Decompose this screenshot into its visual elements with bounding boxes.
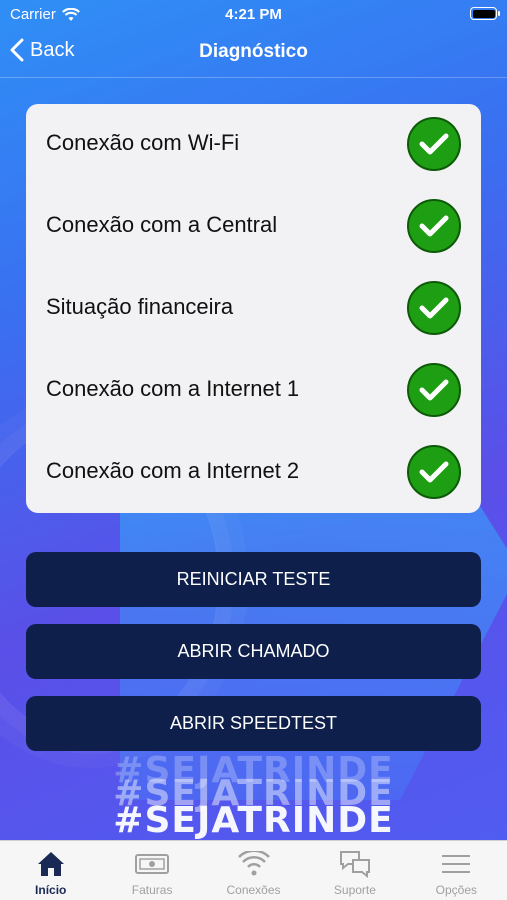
diagnostic-label: Conexão com a Central	[46, 212, 278, 237]
tab-label: Faturas	[131, 883, 173, 897]
diagnostic-card: Conexão com Wi-Fi Conexão com a Central …	[26, 104, 481, 513]
diagnostic-label: Conexão com a Internet 1	[46, 376, 300, 401]
status-bar: Carrier 4:21 PM	[0, 0, 507, 28]
open-ticket-button[interactable]: ABRIR CHAMADO	[26, 624, 481, 679]
tab-conexoes[interactable]: Conexões	[203, 841, 304, 900]
tab-opcoes[interactable]: Opções	[406, 841, 507, 900]
tab-faturas[interactable]: Faturas	[101, 841, 202, 900]
check-success-icon	[407, 363, 461, 417]
watermark: #SEJATRINDE	[113, 800, 394, 841]
status-time: 4:21 PM	[225, 6, 282, 23]
wifi-icon	[236, 849, 272, 879]
page-title: Diagnóstico	[199, 41, 308, 62]
diagnostic-row-internet-2: Conexão com a Internet 2	[26, 432, 481, 514]
diagnostic-label: Conexão com Wi-Fi	[46, 130, 240, 155]
check-success-icon	[407, 281, 461, 335]
navigation-bar: Back Diagnóstico	[0, 28, 507, 78]
menu-icon	[438, 849, 474, 879]
check-success-icon	[407, 445, 461, 499]
tab-label: Conexões	[226, 883, 281, 897]
home-icon	[33, 849, 69, 879]
restart-test-button[interactable]: REINICIAR TESTE	[26, 552, 481, 607]
open-speedtest-button[interactable]: ABRIR SPEEDTEST	[26, 696, 481, 751]
check-success-icon	[407, 199, 461, 253]
tab-label: Início	[35, 883, 67, 897]
diagnostic-row-central: Conexão com a Central	[26, 186, 481, 268]
diagnostic-row-wifi: Conexão com Wi-Fi	[26, 104, 481, 186]
tab-label: Opções	[435, 883, 477, 897]
tab-label: Suporte	[333, 883, 376, 897]
diagnostic-label: Conexão com a Internet 2	[46, 458, 300, 483]
battery-icon	[470, 7, 500, 20]
tab-suporte[interactable]: Suporte	[304, 841, 405, 900]
chat-icon	[337, 849, 373, 879]
diagnostic-label: Situação financeira	[46, 294, 234, 319]
tab-bar: Início Faturas Conexões Suporte Opções	[0, 840, 507, 900]
tab-inicio[interactable]: Início	[0, 841, 101, 900]
diagnostic-row-internet-1: Conexão com a Internet 1	[26, 350, 481, 432]
invoice-icon	[134, 849, 170, 879]
diagnostic-row-financial: Situação financeira	[26, 268, 481, 350]
check-success-icon	[407, 117, 461, 171]
